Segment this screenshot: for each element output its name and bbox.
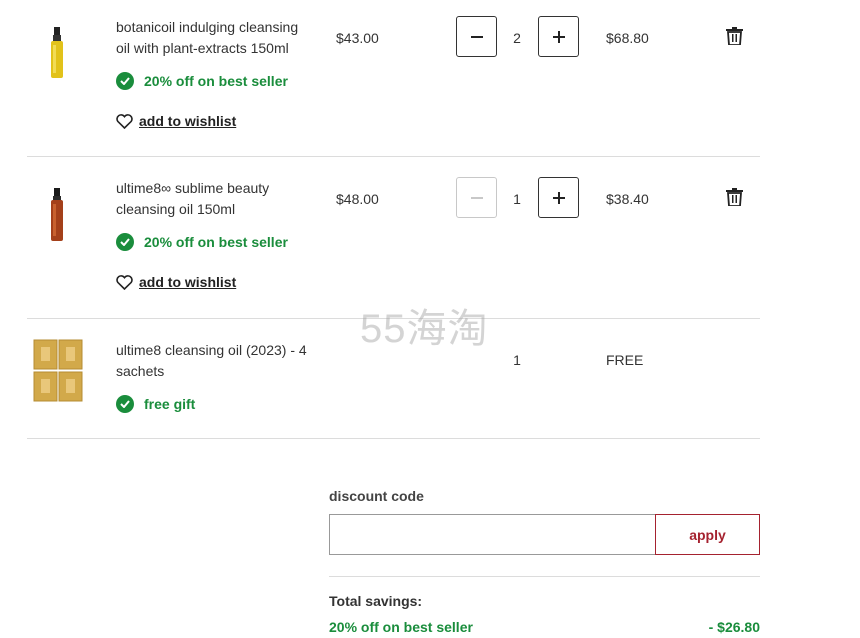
check-circle-icon bbox=[116, 72, 134, 90]
decrease-quantity-button[interactable] bbox=[456, 177, 497, 218]
item-divider bbox=[27, 438, 760, 439]
quantity-value: 2 bbox=[513, 30, 521, 46]
wishlist-label: add to wishlist bbox=[139, 113, 237, 129]
promo-label: 20% off on best seller bbox=[144, 234, 288, 250]
trash-icon[interactable] bbox=[726, 188, 743, 206]
plus-icon bbox=[552, 191, 565, 204]
savings-title: Total savings: bbox=[329, 593, 423, 609]
line-total: FREE bbox=[606, 352, 644, 368]
unit-price: $43.00 bbox=[336, 30, 379, 46]
minus-icon bbox=[470, 35, 483, 38]
quantity-value: 1 bbox=[513, 191, 521, 207]
product-name[interactable]: ultime8∞ sublime beauty cleansing oil 15… bbox=[116, 178, 316, 220]
promo-badge: 20% off on best seller bbox=[116, 233, 288, 251]
product-image-botanicoil[interactable] bbox=[48, 27, 66, 79]
line-total: $38.40 bbox=[606, 191, 649, 207]
discount-code-label: discount code bbox=[329, 488, 424, 504]
unit-price: $48.00 bbox=[336, 191, 379, 207]
minus-icon bbox=[470, 196, 483, 199]
summary-divider bbox=[329, 576, 760, 577]
product-name[interactable]: botanicoil indulging cleansing oil with … bbox=[116, 17, 316, 59]
line-total: $68.80 bbox=[606, 30, 649, 46]
watermark: 55海淘 bbox=[360, 307, 489, 351]
heart-icon bbox=[116, 113, 133, 129]
increase-quantity-button[interactable] bbox=[538, 16, 579, 57]
promo-label: free gift bbox=[144, 396, 196, 412]
savings-value: - $26.80 bbox=[708, 619, 760, 635]
discount-code-input[interactable] bbox=[329, 514, 656, 555]
increase-quantity-button[interactable] bbox=[538, 177, 579, 218]
item-divider bbox=[27, 156, 760, 157]
trash-icon[interactable] bbox=[726, 27, 743, 45]
add-to-wishlist-link[interactable]: add to wishlist bbox=[116, 113, 236, 129]
product-image-sachets[interactable] bbox=[33, 339, 83, 402]
savings-label: 20% off on best seller bbox=[329, 619, 473, 635]
product-image-ultime8[interactable] bbox=[49, 188, 65, 242]
heart-icon bbox=[116, 274, 133, 290]
apply-button[interactable]: apply bbox=[655, 514, 760, 555]
wishlist-label: add to wishlist bbox=[139, 274, 237, 290]
plus-icon bbox=[552, 30, 565, 43]
quantity-value: 1 bbox=[513, 352, 521, 368]
check-circle-icon bbox=[116, 233, 134, 251]
add-to-wishlist-link[interactable]: add to wishlist bbox=[116, 274, 236, 290]
check-circle-icon bbox=[116, 395, 134, 413]
promo-badge: free gift bbox=[116, 395, 195, 413]
promo-badge: 20% off on best seller bbox=[116, 72, 288, 90]
product-name[interactable]: ultime8 cleansing oil (2023) - 4 sachets bbox=[116, 340, 316, 382]
promo-label: 20% off on best seller bbox=[144, 73, 288, 89]
decrease-quantity-button[interactable] bbox=[456, 16, 497, 57]
